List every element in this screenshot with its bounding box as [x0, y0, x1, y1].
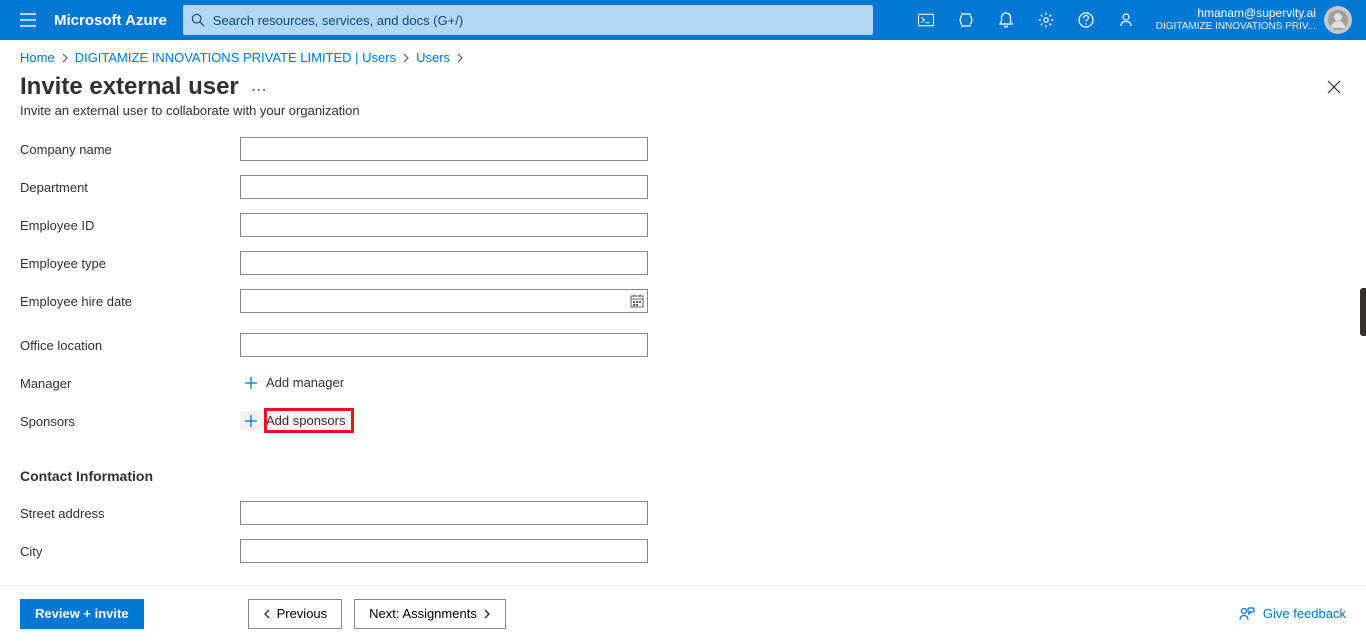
- global-search[interactable]: [183, 5, 873, 35]
- chevron-right-icon: [61, 53, 69, 63]
- employee-hire-date-label: Employee hire date: [20, 294, 240, 309]
- sponsors-label: Sponsors: [20, 414, 240, 429]
- person-feedback-icon: [1239, 606, 1255, 622]
- chevron-right-icon: [456, 53, 464, 63]
- employee-hire-date-input[interactable]: [240, 289, 648, 313]
- street-address-input[interactable]: [240, 501, 648, 525]
- department-input[interactable]: [240, 175, 648, 199]
- city-label: City: [20, 544, 240, 559]
- page-title: Invite external user: [20, 73, 239, 101]
- review-invite-button[interactable]: Review + invite: [20, 599, 144, 629]
- chevron-right-icon: [483, 609, 491, 619]
- employee-id-label: Employee ID: [20, 218, 240, 233]
- plus-icon: [244, 414, 258, 428]
- footer: Review + invite Previous Next: Assignmen…: [0, 585, 1366, 641]
- feedback-icon[interactable]: [1106, 0, 1146, 40]
- help-icon[interactable]: [1066, 0, 1106, 40]
- give-feedback-label: Give feedback: [1263, 606, 1346, 621]
- breadcrumb-org-users[interactable]: DIGITAMIZE INNOVATIONS PRIVATE LIMITED |…: [75, 50, 396, 65]
- city-input[interactable]: [240, 539, 648, 563]
- department-label: Department: [20, 180, 240, 195]
- chevron-right-icon: [402, 53, 410, 63]
- review-invite-label: Review + invite: [35, 606, 129, 621]
- previous-button[interactable]: Previous: [248, 599, 343, 629]
- copilot-icon[interactable]: [946, 0, 986, 40]
- form-scroll-area[interactable]: Company name Department Employee ID Empl…: [0, 130, 1366, 585]
- company-name-label: Company name: [20, 142, 240, 157]
- more-actions-button[interactable]: ⋯: [251, 74, 267, 100]
- next-label: Next: Assignments: [369, 606, 477, 621]
- search-input[interactable]: [205, 13, 865, 28]
- search-icon: [191, 13, 205, 27]
- next-button[interactable]: Next: Assignments: [354, 599, 506, 629]
- previous-label: Previous: [277, 606, 328, 621]
- employee-type-input[interactable]: [240, 251, 648, 275]
- cloud-shell-icon[interactable]: [906, 0, 946, 40]
- account-email: hmanam@supervity.ai: [1197, 6, 1316, 20]
- contact-information-heading: Contact Information: [20, 468, 1346, 484]
- avatar: [1324, 6, 1352, 34]
- breadcrumb: Home DIGITAMIZE INNOVATIONS PRIVATE LIMI…: [0, 40, 1366, 71]
- chevron-left-icon: [263, 609, 271, 619]
- breadcrumb-home[interactable]: Home: [20, 50, 55, 65]
- hamburger-menu-button[interactable]: [8, 13, 48, 27]
- add-manager-button[interactable]: Add manager: [240, 373, 348, 392]
- add-manager-label: Add manager: [266, 375, 344, 390]
- page-heading-row: Invite external user ⋯: [0, 71, 1366, 101]
- page-subtitle: Invite an external user to collaborate w…: [0, 101, 1366, 130]
- plus-icon: [244, 376, 258, 390]
- add-sponsors-label: Add sponsors: [266, 413, 346, 428]
- topbar: Microsoft Azure hmanam@supervity.ai DIGI…: [0, 0, 1366, 40]
- office-location-label: Office location: [20, 338, 240, 353]
- add-sponsors-button[interactable]: Add sponsors: [240, 411, 350, 430]
- settings-icon[interactable]: [1026, 0, 1066, 40]
- account-menu[interactable]: hmanam@supervity.ai DIGITAMIZE INNOVATIO…: [1146, 6, 1358, 34]
- calendar-icon[interactable]: [630, 294, 644, 308]
- give-feedback-link[interactable]: Give feedback: [1239, 606, 1346, 622]
- street-address-label: Street address: [20, 506, 240, 521]
- account-org: DIGITAMIZE INNOVATIONS PRIV...: [1156, 20, 1316, 34]
- topbar-actions: [906, 0, 1146, 40]
- company-name-input[interactable]: [240, 137, 648, 161]
- employee-id-input[interactable]: [240, 213, 648, 237]
- office-location-input[interactable]: [240, 333, 648, 357]
- employee-type-label: Employee type: [20, 256, 240, 271]
- close-blade-button[interactable]: [1326, 79, 1346, 95]
- brand-label[interactable]: Microsoft Azure: [48, 12, 183, 29]
- manager-label: Manager: [20, 376, 240, 391]
- breadcrumb-users[interactable]: Users: [416, 50, 450, 65]
- notifications-icon[interactable]: [986, 0, 1026, 40]
